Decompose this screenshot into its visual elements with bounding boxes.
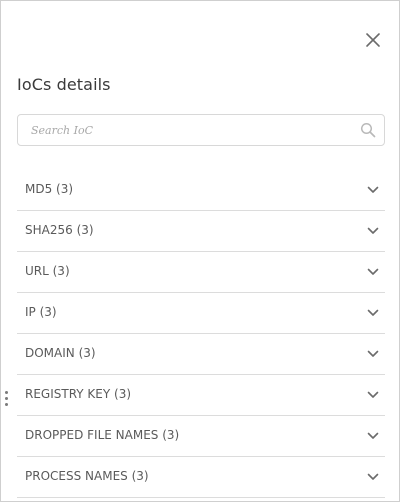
chevron-down-icon	[367, 268, 379, 275]
chevron-down-icon	[367, 391, 379, 398]
section-label: IP (3)	[25, 305, 57, 319]
drag-dot-icon	[5, 397, 8, 400]
ioc-section-url[interactable]: URL (3)	[17, 252, 385, 293]
chevron-down-icon	[367, 186, 379, 193]
panel-title: IoCs details	[17, 75, 111, 94]
search-box	[17, 114, 385, 146]
ioc-section-list: MD5 (3) SHA256 (3) URL (3) IP (3) DOMAIN…	[17, 170, 385, 498]
ioc-section-sha256[interactable]: SHA256 (3)	[17, 211, 385, 252]
search-icon[interactable]	[360, 122, 376, 138]
section-label: DROPPED FILE NAMES (3)	[25, 428, 180, 442]
chevron-down-icon	[367, 309, 379, 316]
ioc-section-ip[interactable]: IP (3)	[17, 293, 385, 334]
search-input[interactable]	[18, 115, 348, 145]
drag-dot-icon	[5, 391, 8, 394]
resize-handle[interactable]	[5, 391, 9, 413]
ioc-details-panel: IoCs details MD5 (3) SHA256 (3) URL (3)	[0, 0, 400, 502]
ioc-section-dropped-file-names[interactable]: DROPPED FILE NAMES (3)	[17, 416, 385, 457]
chevron-down-icon	[367, 350, 379, 357]
ioc-section-registry-key[interactable]: REGISTRY KEY (3)	[17, 375, 385, 416]
chevron-down-icon	[367, 227, 379, 234]
ioc-section-process-names[interactable]: PROCESS NAMES (3)	[17, 457, 385, 498]
section-label: MD5 (3)	[25, 182, 74, 196]
chevron-down-icon	[367, 432, 379, 439]
close-icon	[366, 33, 380, 47]
section-label: URL (3)	[25, 264, 70, 278]
section-label: REGISTRY KEY (3)	[25, 387, 132, 401]
ioc-section-domain[interactable]: DOMAIN (3)	[17, 334, 385, 375]
drag-dot-icon	[5, 403, 8, 406]
section-label: DOMAIN (3)	[25, 346, 96, 360]
section-label: PROCESS NAMES (3)	[25, 469, 149, 483]
chevron-down-icon	[367, 473, 379, 480]
close-button[interactable]	[363, 30, 383, 50]
ioc-section-md5[interactable]: MD5 (3)	[17, 170, 385, 211]
section-label: SHA256 (3)	[25, 223, 94, 237]
